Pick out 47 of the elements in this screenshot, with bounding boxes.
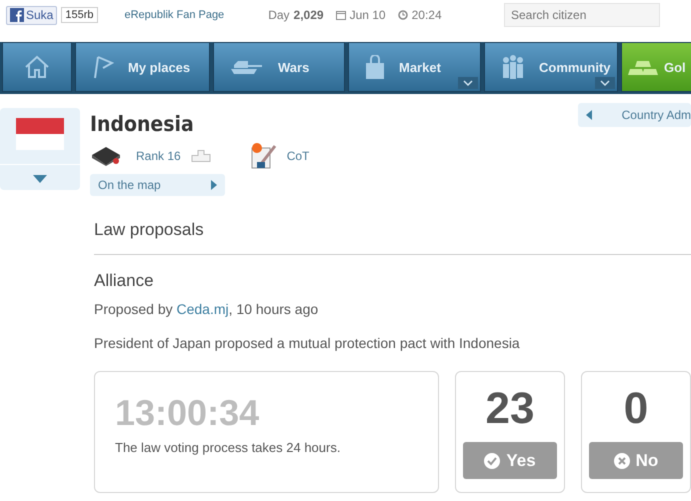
clock-icon bbox=[398, 10, 408, 20]
calendar-icon bbox=[336, 10, 346, 20]
section-title: Law proposals bbox=[94, 220, 691, 255]
dropdown-icon[interactable] bbox=[595, 77, 615, 89]
countdown-timer: 13:00:34 bbox=[115, 392, 260, 434]
like-count: 155rb bbox=[61, 7, 98, 23]
caret-down-icon[interactable] bbox=[33, 175, 47, 183]
day-label: Day bbox=[268, 8, 290, 22]
arrow-right-icon bbox=[210, 180, 217, 190]
day-number: 2,029 bbox=[294, 8, 324, 22]
tank-icon bbox=[230, 59, 264, 75]
proposal-description: President of Japan proposed a mutual protection pact with Indonesia bbox=[94, 335, 521, 351]
country-name: Indonesia bbox=[90, 112, 195, 136]
dropdown-icon[interactable] bbox=[458, 77, 478, 89]
facebook-logo bbox=[10, 8, 24, 22]
podium-icon bbox=[190, 150, 211, 162]
nav-tab[interactable]: Gol bbox=[621, 42, 691, 92]
cot-link[interactable]: CoT bbox=[286, 149, 310, 163]
nav-tab[interactable]: Market bbox=[348, 42, 481, 92]
country-admin-link[interactable]: Country Adm bbox=[578, 103, 691, 127]
like-button[interactable]: Suka bbox=[6, 6, 58, 24]
on-the-map-link[interactable]: On the map bbox=[90, 174, 225, 196]
date: Jun 10 bbox=[350, 8, 386, 22]
nav-tab[interactable]: Community bbox=[484, 42, 618, 92]
flag-icon bbox=[92, 55, 114, 79]
search-field[interactable]: Search citizen bbox=[504, 3, 660, 27]
document-seal-icon bbox=[248, 142, 277, 170]
bag-icon bbox=[365, 55, 385, 79]
nav-tab[interactable]: My places bbox=[75, 42, 210, 92]
close-icon bbox=[614, 452, 630, 468]
rank-link[interactable]: Rank 16 bbox=[136, 149, 181, 163]
countdown-note: The law voting process takes 24 hours. bbox=[115, 440, 340, 455]
people-icon bbox=[501, 55, 525, 79]
proposal-title: Alliance bbox=[94, 271, 155, 291]
vote-count: 23 bbox=[486, 384, 534, 434]
home-icon bbox=[24, 55, 50, 79]
vote-count: 0 bbox=[624, 384, 648, 434]
book-icon bbox=[90, 145, 122, 167]
time: 20:24 bbox=[412, 8, 442, 22]
flag-icon bbox=[16, 118, 64, 150]
fan-page-link[interactable]: eRepublik Fan Page bbox=[124, 9, 224, 21]
proposed-by-text: Proposed by Ceda.mj, 10 hours ago bbox=[94, 301, 320, 317]
arrow-left-icon bbox=[586, 110, 592, 120]
nav-tab[interactable] bbox=[2, 42, 72, 92]
check-icon bbox=[484, 452, 500, 468]
author-link[interactable]: Ceda.mj bbox=[176, 301, 229, 317]
nav-tab[interactable]: Wars bbox=[213, 42, 345, 92]
